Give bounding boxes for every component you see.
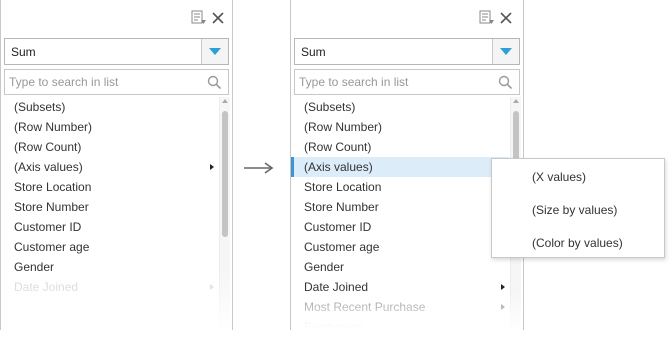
- list-item[interactable]: (Row Number): [291, 117, 509, 137]
- list-item-label: Customer ID: [304, 220, 372, 234]
- submenu-arrow-icon: [210, 284, 214, 290]
- list-item[interactable]: Store Number: [291, 197, 509, 217]
- list-item[interactable]: Electronics: [291, 317, 509, 330]
- search-box: [294, 69, 520, 95]
- search-input[interactable]: [299, 73, 479, 91]
- list-item[interactable]: Date Joined: [4, 277, 218, 297]
- column-selector-panel-before: Sum (Subsets) (Row Number) (Row Count) (…: [0, 0, 233, 330]
- list-item-label: Store Location: [14, 180, 92, 194]
- search-box: [4, 69, 229, 95]
- list-item-label: (Row Number): [304, 120, 383, 134]
- list-settings-icon[interactable]: [191, 10, 207, 26]
- list-item-label: (Axis values): [14, 160, 83, 174]
- column-list: (Subsets) (Row Number) (Row Count) (Axis…: [291, 97, 509, 330]
- submenu-item-x-values[interactable]: (X values): [532, 170, 586, 184]
- list-item[interactable]: Date Joined: [291, 277, 509, 297]
- list-item-label: (Axis values): [304, 160, 373, 174]
- list-item-label: Gender: [304, 260, 345, 274]
- list-item-label: Date Joined: [14, 280, 79, 294]
- dropdown-button[interactable]: [492, 39, 519, 64]
- list-item[interactable]: Gender: [4, 257, 218, 277]
- list-item-label: (Subsets): [14, 100, 66, 114]
- panel-toolbar: [291, 0, 523, 36]
- list-settings-icon[interactable]: [479, 10, 495, 26]
- list-item-label: (Row Count): [304, 140, 372, 154]
- submenu-arrow-icon: [210, 164, 214, 170]
- search-input[interactable]: [9, 73, 189, 91]
- submenu-arrow-icon: [501, 284, 505, 290]
- close-icon[interactable]: [498, 10, 514, 26]
- list-item-label: Most Recent Purchase: [304, 300, 426, 314]
- right-arrow-icon: [244, 162, 274, 174]
- list-item[interactable]: Customer ID: [4, 217, 218, 237]
- panel-toolbar: [1, 0, 232, 36]
- list-item-axis-values[interactable]: (Axis values): [4, 157, 218, 177]
- list-item[interactable]: (Row Number): [4, 117, 218, 137]
- list-item[interactable]: Most Recent Purchase: [291, 297, 509, 317]
- search-icon[interactable]: [498, 75, 513, 93]
- submenu-item-size-by-values[interactable]: (Size by values): [532, 203, 617, 217]
- scrollbar[interactable]: [219, 97, 230, 330]
- list-item[interactable]: Store Location: [291, 177, 509, 197]
- search-icon[interactable]: [207, 75, 222, 93]
- scroll-up-icon[interactable]: [513, 99, 519, 103]
- column-list: (Subsets) (Row Number) (Row Count) (Axis…: [4, 97, 218, 330]
- aggregation-value: Sum: [301, 45, 326, 59]
- list-item-label: Customer age: [304, 240, 380, 254]
- list-item-label: Gender: [14, 260, 55, 274]
- list-item[interactable]: Customer age: [4, 237, 218, 257]
- list-item-axis-values[interactable]: (Axis values): [291, 157, 509, 177]
- close-icon[interactable]: [210, 10, 226, 26]
- submenu-arrow-icon: [501, 304, 505, 310]
- aggregation-dropdown[interactable]: Sum: [4, 38, 229, 65]
- list-item[interactable]: Store Number: [4, 197, 218, 217]
- axis-values-submenu: (X values) (Size by values) (Color by va…: [491, 158, 665, 258]
- list-item-label: Electronics: [304, 320, 363, 330]
- list-item-label: Customer ID: [14, 220, 82, 234]
- list-item-label: (Row Count): [14, 140, 82, 154]
- list-item[interactable]: Gender: [291, 257, 509, 277]
- triangle-down-icon: [209, 48, 221, 55]
- submenu-item-color-by-values[interactable]: (Color by values): [532, 236, 623, 250]
- list-item[interactable]: (Row Count): [291, 137, 509, 157]
- column-selector-panel-after: Sum (Subsets) (Row Number) (Row Count) (…: [290, 0, 524, 330]
- list-item-label: Date Joined: [304, 280, 369, 294]
- list-item[interactable]: Customer ID: [291, 217, 509, 237]
- list-item-label: Store Location: [304, 180, 382, 194]
- dropdown-button[interactable]: [201, 39, 228, 64]
- aggregation-dropdown[interactable]: Sum: [294, 38, 520, 65]
- list-item-label: Store Number: [304, 200, 379, 214]
- scroll-up-icon[interactable]: [222, 99, 228, 103]
- aggregation-value: Sum: [11, 45, 36, 59]
- triangle-down-icon: [500, 48, 512, 55]
- list-item-label: Store Number: [14, 200, 89, 214]
- list-item[interactable]: Customer age: [291, 237, 509, 257]
- scroll-thumb[interactable]: [222, 111, 228, 237]
- list-item[interactable]: (Row Count): [4, 137, 218, 157]
- list-item[interactable]: (Subsets): [291, 97, 509, 117]
- list-item-label: (Subsets): [304, 100, 356, 114]
- list-item[interactable]: Store Location: [4, 177, 218, 197]
- list-item-label: (Row Number): [14, 120, 93, 134]
- list-item-label: Customer age: [14, 240, 90, 254]
- list-item[interactable]: (Subsets): [4, 97, 218, 117]
